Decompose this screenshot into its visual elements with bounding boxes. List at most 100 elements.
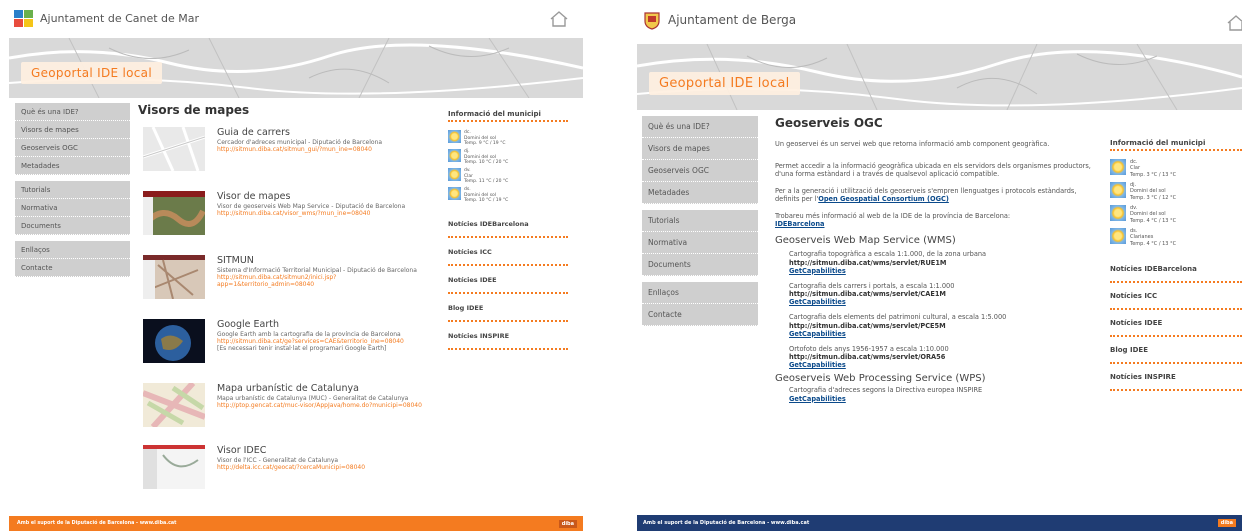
getcapabilities-link[interactable]: GetCapabilities xyxy=(789,267,1093,275)
news-link-idebarcelona[interactable]: Notícies IDEBarcelona xyxy=(1110,263,1242,283)
wms-url: http://sitmun.diba.cat/wms/servlet/CAE1M xyxy=(789,290,946,299)
municipality-name: Ajuntament de Berga xyxy=(668,13,797,27)
news-link-idebarcelona[interactable]: Notícies IDEBarcelona xyxy=(448,216,568,238)
idebarcelona-link[interactable]: IDEBarcelona xyxy=(775,220,1093,229)
municipality-info: Informació del municipi dc. Domini del so… xyxy=(448,110,568,350)
viewer-link[interactable]: http://sitmun.diba.cat/sitmun2/inici.jsp… xyxy=(217,274,431,288)
viewer-title[interactable]: Guia de carrers xyxy=(217,127,290,138)
viewer-description: Mapa urbanístic de Catalunya (MUC) - Gen… xyxy=(217,395,409,402)
viewer-link[interactable]: http://sitmun.diba.cat/sitmun_gui/?mun_i… xyxy=(217,146,431,153)
viewer-item: SITMUN Sistema d'Informació Territorial … xyxy=(143,255,433,310)
wms-url: http://sitmun.diba.cat/wms/servlet/RUE1M xyxy=(789,258,947,267)
viewer-thumbnail[interactable] xyxy=(143,255,205,299)
viewer-title[interactable]: Mapa urbanístic de Catalunya xyxy=(217,383,359,394)
viewer-thumbnail[interactable] xyxy=(143,127,205,171)
nav-item-documents[interactable]: Documents xyxy=(15,217,130,235)
wms-item: Cartografia topogràfica a escala 1:1.000… xyxy=(789,250,1093,275)
viewer-desc: Visor de l'ICC - Generalitat de Cataluny… xyxy=(217,457,431,471)
viewer-thumbnail[interactable] xyxy=(143,319,205,363)
weather-temp: Temp. 10 °C / 19 °C xyxy=(464,198,509,204)
nav-item-que-es-ide[interactable]: Què és una IDE? xyxy=(642,116,758,138)
wms-desc: Cartografia dels carrers i portals, a es… xyxy=(789,281,955,290)
nav-item-visors[interactable]: Visors de mapes xyxy=(15,121,130,139)
weather-day: dc. Domini del sol Temp. 9 °C / 19 °C xyxy=(448,130,568,149)
weather-day: dc. Clar Temp. 3 °C / 13 °C xyxy=(1110,159,1242,182)
viewer-item: Google Earth Google Earth amb la cartogr… xyxy=(143,319,433,374)
getcapabilities-link[interactable]: GetCapabilities xyxy=(789,361,1093,369)
home-icon[interactable] xyxy=(549,10,569,28)
viewer-item: Visor IDEC Visor de l'ICC - Generalitat … xyxy=(143,445,433,495)
nav-item-normativa[interactable]: Normativa xyxy=(642,232,758,254)
viewer-link[interactable]: http://ptop.gencat.cat/muc-visor/AppJava… xyxy=(217,402,431,409)
weather-day: dv. Clar Temp. 11 °C / 20 °C xyxy=(448,168,568,187)
municipality-name: Ajuntament de Canet de Mar xyxy=(40,11,200,25)
diba-logo[interactable]: diba xyxy=(1217,519,1236,527)
nav-item-tutorials[interactable]: Tutorials xyxy=(15,181,130,199)
nav-item-metadades[interactable]: Metadades xyxy=(15,157,130,175)
getcapabilities-link[interactable]: GetCapabilities xyxy=(789,298,1093,306)
intro-text: Trobareu més informació al web de la IDE… xyxy=(775,211,1011,220)
viewer-title[interactable]: Visor IDEC xyxy=(217,445,266,456)
map-banner: Geoportal IDE local xyxy=(9,38,583,98)
viewer-item: Visor de mapes Visor de geoserveis Web M… xyxy=(143,191,433,241)
viewer-item: Mapa urbanístic de Catalunya Mapa urbaní… xyxy=(143,383,433,438)
nav-item-que-es-ide[interactable]: Què és una IDE? xyxy=(15,103,130,121)
nav-item-contacte[interactable]: Contacte xyxy=(642,304,758,326)
nav-item-tutorials[interactable]: Tutorials xyxy=(642,210,758,232)
ogc-link[interactable]: Open Geospatial Consortium (OGC) xyxy=(818,195,949,203)
map-banner: Geoportal IDE local xyxy=(637,44,1242,110)
viewer-thumbnail[interactable] xyxy=(143,191,205,235)
viewer-title[interactable]: Visor de mapes xyxy=(217,191,290,202)
news-link-icc[interactable]: Notícies ICC xyxy=(1110,283,1242,310)
municipality-header: Ajuntament de Canet de Mar xyxy=(0,0,583,36)
nav-item-contacte[interactable]: Contacte xyxy=(15,259,130,277)
viewer-title[interactable]: Google Earth xyxy=(217,319,279,330)
news-link-idee[interactable]: Notícies IDEE xyxy=(448,266,568,294)
municipality-info: Informació del municipi dc. Clar Temp. 3 °… xyxy=(1110,138,1242,391)
nav-item-geoserveis[interactable]: Geoserveis OGC xyxy=(15,139,130,157)
viewer-note: [Es necessari tenir instal·lat el progra… xyxy=(217,345,387,353)
weather-temp: Temp. 3 °C / 13 °C xyxy=(1130,171,1177,178)
viewer-link[interactable]: http://sitmun.diba.cat/ge?services=CAE&t… xyxy=(217,338,431,345)
nav-item-visors[interactable]: Visors de mapes xyxy=(642,138,758,160)
nav-item-documents[interactable]: Documents xyxy=(642,254,758,276)
viewer-link[interactable]: http://sitmun.diba.cat/visor_wms/?mun_in… xyxy=(217,210,431,217)
nav-item-enllacos[interactable]: Enllaços xyxy=(15,241,130,259)
news-link-blog-idee[interactable]: Blog IDEE xyxy=(1110,337,1242,364)
weather-day: ds. Clarianes Temp. 4 °C / 13 °C xyxy=(1110,228,1242,251)
main-content: Un geoservei és un servei web que retorn… xyxy=(775,140,1093,403)
news-link-blog-idee[interactable]: Blog IDEE xyxy=(448,294,568,322)
news-link-icc[interactable]: Notícies ICC xyxy=(448,238,568,266)
wms-list: Cartografia topogràfica a escala 1:1.000… xyxy=(775,250,1093,369)
right-screenshot: Ajuntament de Berga Geoportal IDE local … xyxy=(628,0,1242,531)
getcapabilities-link[interactable]: GetCapabilities xyxy=(789,330,1093,338)
diba-logo[interactable]: diba xyxy=(558,519,577,528)
home-icon[interactable] xyxy=(1226,14,1242,32)
weather-temp: Temp. 3 °C / 12 °C xyxy=(1130,194,1177,201)
wms-section-title: Geoserveis Web Map Service (WMS) xyxy=(775,234,956,246)
footer-text: Amb el suport de la Diputació de Barcelo… xyxy=(17,521,177,526)
nav-item-enllacos[interactable]: Enllaços xyxy=(642,282,758,304)
viewer-link[interactable]: http://delta.icc.cat/geocat/?cercaMunici… xyxy=(217,464,431,471)
weather-day: dj. Domini del sol Temp. 10 °C / 20 °C xyxy=(448,149,568,168)
viewer-thumbnail[interactable] xyxy=(143,383,205,427)
news-link-idee[interactable]: Notícies IDEE xyxy=(1110,310,1242,337)
viewer-description: Sistema d'Informació Territorial Municip… xyxy=(217,267,417,274)
content-title: Geoserveis OGC xyxy=(775,116,883,130)
viewer-thumbnail[interactable] xyxy=(143,445,205,489)
weather-sun-icon xyxy=(448,130,461,143)
viewer-description: Visor de l'ICC - Generalitat de Cataluny… xyxy=(217,457,339,464)
intro-paragraph: Permet accedir a la informació geogràfic… xyxy=(775,161,1091,179)
viewer-title[interactable]: SITMUN xyxy=(217,255,254,266)
weather-temp: Temp. 10 °C / 20 °C xyxy=(464,160,509,166)
municipality-crest-icon xyxy=(644,12,660,30)
viewer-item: Guia de carrers Cercador d'adreces munic… xyxy=(143,127,433,177)
getcapabilities-link[interactable]: GetCapabilities xyxy=(789,395,1093,403)
side-title: Informació del municipi xyxy=(448,110,568,122)
banner-title: Geoportal IDE local xyxy=(21,62,162,84)
news-link-inspire[interactable]: Notícies INSPIRE xyxy=(1110,364,1242,391)
nav-item-geoserveis[interactable]: Geoserveis OGC xyxy=(642,160,758,182)
nav-item-normativa[interactable]: Normativa xyxy=(15,199,130,217)
nav-item-metadades[interactable]: Metadades xyxy=(642,182,758,204)
news-link-inspire[interactable]: Notícies INSPIRE xyxy=(448,322,568,350)
